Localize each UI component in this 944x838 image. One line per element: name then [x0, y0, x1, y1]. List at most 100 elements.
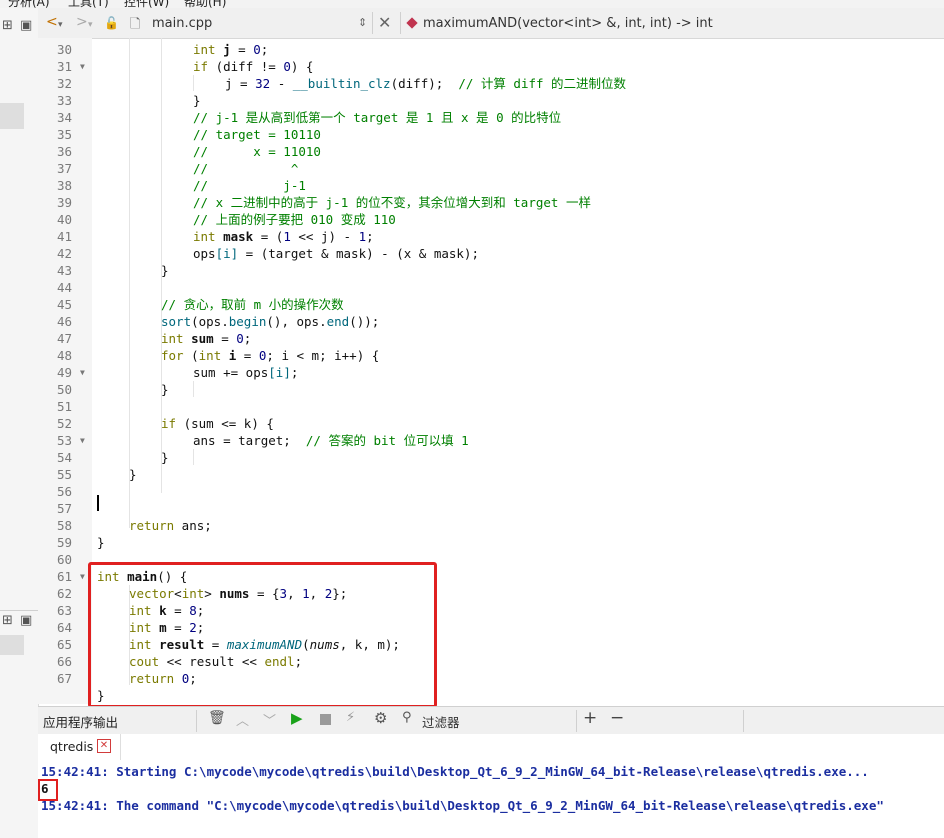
highlight-annotation: [88, 562, 437, 708]
line-number: 56: [56, 484, 72, 499]
left-side-panel: ⊞ ▣ ⊞ ▣: [0, 8, 39, 838]
menu-help[interactable]: 帮助(H): [184, 0, 226, 8]
output-pane-title: 应用程序输出: [43, 715, 119, 730]
split-icon-2[interactable]: ⊞: [2, 613, 13, 628]
attach-debugger-icon[interactable]: ⚡: [346, 710, 355, 725]
fold-marker-icon[interactable]: ▼: [80, 568, 85, 585]
selected-item[interactable]: [0, 103, 24, 129]
code-line-47: int sum = 0;: [161, 331, 252, 346]
line-number-gutter: 30 31 32 33 34 35 36 37 38 39 40 41 42 4…: [38, 38, 92, 704]
line-number: 38: [56, 178, 72, 193]
line-number: 50: [56, 382, 72, 397]
function-signature[interactable]: maximumAND(vector<int> &, int, int) -> i…: [423, 16, 713, 31]
line-number: 51: [56, 399, 72, 414]
output-tab-bar: qtredis ✕: [38, 734, 944, 761]
code-line-36: // x = 11010: [193, 144, 321, 159]
indent-guide: [193, 381, 194, 397]
fold-marker-icon[interactable]: ▼: [80, 432, 85, 449]
code-line-38: // j-1: [193, 178, 306, 193]
line-number: 62: [56, 586, 72, 601]
code-line-46: sort(ops.begin(), ops.end());: [161, 314, 380, 329]
line-number: 41: [56, 229, 72, 244]
result-highlight-annotation: [38, 779, 58, 801]
line-number: 52: [56, 416, 72, 431]
output-line: 15:42:41: The command "C:\mycode\mycode\…: [41, 798, 884, 813]
code-line-43: }: [161, 263, 169, 278]
line-number: 58: [56, 518, 72, 533]
menu-bar: 分析(A) 工具(T) 控件(W) 帮助(H): [0, 0, 944, 8]
output-line: 15:42:41: Starting C:\mycode\mycode\qtre…: [41, 764, 869, 779]
previous-icon[interactable]: ︿: [236, 710, 249, 729]
line-number: 43: [56, 263, 72, 278]
line-number: 53: [56, 433, 72, 448]
line-number: 63: [56, 603, 72, 618]
close-tab-icon[interactable]: ✕: [97, 739, 111, 753]
editor-toolbar: < ▾ > ▾ 🔓 🗋 main.cpp ⇕ ✕ maximumAND(vect…: [38, 8, 944, 39]
code-line-54: }: [161, 450, 169, 465]
line-number: 60: [56, 552, 72, 567]
line-number: 44: [56, 280, 72, 295]
add-icon[interactable]: +: [583, 708, 597, 728]
code-line-52: if (sum <= k) {: [161, 416, 274, 431]
run-icon[interactable]: ▶: [291, 709, 303, 727]
tab-qtredis-label: qtredis: [50, 739, 94, 754]
close-icon[interactable]: ✕: [378, 13, 391, 32]
code-line-39: // x 二进制中的高于 j-1 的位不变，其余位增大到和 target 一样: [193, 195, 591, 210]
minimize-icon[interactable]: −: [610, 708, 624, 728]
line-number: 35: [56, 127, 72, 142]
line-number: 39: [56, 195, 72, 210]
line-number: 55: [56, 467, 72, 482]
clear-icon[interactable]: 🗑: [208, 710, 226, 726]
line-number: 66: [56, 654, 72, 669]
divider: [0, 610, 38, 611]
indent-guide: [193, 449, 194, 465]
line-number: 32: [56, 76, 72, 91]
file-name[interactable]: main.cpp: [152, 16, 212, 31]
code-line-48: for (int i = 0; i < m; i++) {: [161, 348, 380, 363]
forward-dropdown-icon[interactable]: ▾: [88, 20, 93, 30]
separator: [743, 710, 744, 732]
settings-gear-icon[interactable]: ⚙: [374, 709, 387, 727]
line-number: 67: [56, 671, 72, 686]
panel-icon[interactable]: ▣: [20, 18, 32, 33]
code-line-58: }: [97, 535, 105, 550]
line-number: 33: [56, 93, 72, 108]
code-line-50: }: [161, 382, 169, 397]
menu-analyze[interactable]: 分析(A): [8, 0, 50, 8]
line-number: 30: [56, 42, 72, 57]
tab-qtredis[interactable]: qtredis ✕: [40, 734, 121, 760]
separator: [372, 12, 373, 34]
split-icon[interactable]: ⊞: [2, 18, 13, 33]
forward-icon[interactable]: >: [76, 14, 88, 30]
line-number: 65: [56, 637, 72, 652]
back-dropdown-icon[interactable]: ▾: [58, 20, 63, 30]
line-number: 48: [56, 348, 72, 363]
line-number: 61: [56, 569, 72, 584]
stop-icon[interactable]: [320, 714, 331, 725]
code-line-33: }: [193, 93, 201, 108]
back-icon[interactable]: <: [46, 14, 58, 30]
next-icon[interactable]: ﹀: [263, 710, 276, 729]
output-pane-toolbar: 应用程序输出 🗑 ︿ ﹀ ▶ ⚡ ⚙ ⚲ 过滤器 + −: [38, 706, 944, 735]
line-number: 57: [56, 501, 72, 516]
filter-input[interactable]: 过滤器: [422, 712, 460, 731]
fold-marker-icon[interactable]: ▼: [80, 58, 85, 75]
code-line-40: // 上面的例子要把 010 变成 110: [193, 212, 396, 227]
line-number: 45: [56, 297, 72, 312]
application-output[interactable]: 15:42:41: Starting C:\mycode\mycode\qtre…: [38, 760, 944, 838]
search-icon: ⚲: [402, 710, 412, 725]
code-line-57: return ans;: [129, 518, 212, 533]
menu-controls[interactable]: 控件(W): [124, 0, 169, 8]
code-line-35: // target = 10110: [193, 127, 321, 142]
code-line-45: // 贪心，取前 m 小的操作次数: [161, 297, 344, 312]
file-dropdown-icon[interactable]: ⇕: [358, 16, 367, 29]
code-line-49: sum += ops[i];: [193, 365, 299, 380]
line-number: 47: [56, 331, 72, 346]
line-number: 46: [56, 314, 72, 329]
selected-item-2[interactable]: [0, 635, 24, 655]
separator: [400, 12, 401, 34]
menu-tools[interactable]: 工具(T): [68, 0, 109, 8]
fold-marker-icon[interactable]: ▼: [80, 364, 85, 381]
panel-icon-2[interactable]: ▣: [20, 613, 32, 628]
code-line-37: // ^: [193, 161, 299, 176]
